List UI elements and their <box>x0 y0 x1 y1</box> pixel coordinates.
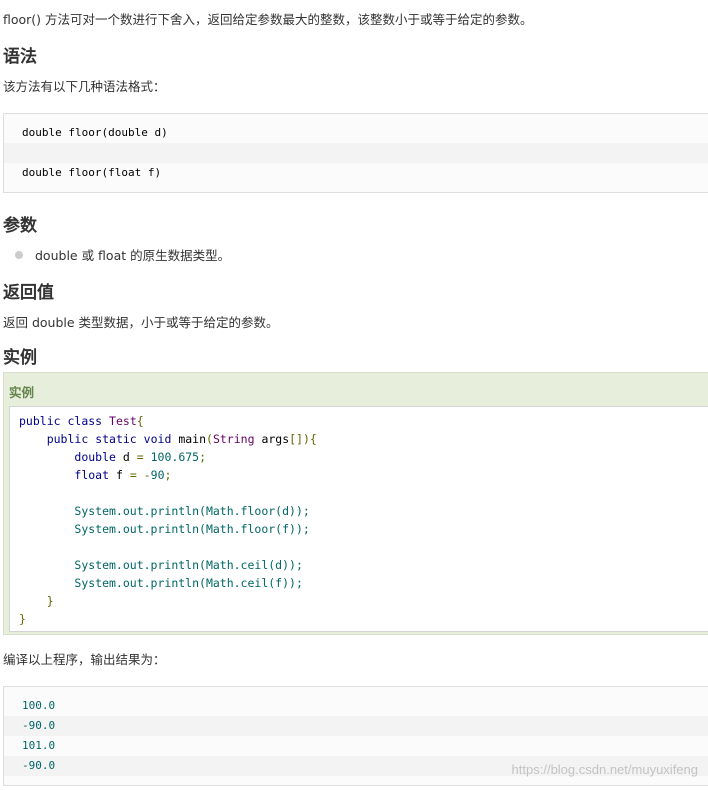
syntax-code-block: double floor(double d) double floor(floa… <box>3 113 708 193</box>
code-line-8: System.out.println(Math.ceil(f)); <box>74 576 303 590</box>
code-line-3: double d = 100.675; <box>74 450 207 464</box>
params-heading: 参数 <box>3 216 37 236</box>
syntax-line-2 <box>4 143 708 163</box>
code-line-1: public class Test{ <box>19 414 144 428</box>
output-line-2: -90.0 <box>4 716 708 736</box>
example-heading: 实例 <box>3 348 37 368</box>
code-line-6: System.out.println(Math.floor(f)); <box>74 522 310 536</box>
code-line-4: float f = -90; <box>74 468 172 482</box>
syntax-line-1: double floor(double d) <box>22 126 168 139</box>
code-line-7: System.out.println(Math.ceil(d)); <box>74 558 303 572</box>
code-line-2: public static void main(String args[]){ <box>46 432 317 446</box>
code-line-5: System.out.println(Math.floor(d)); <box>74 504 310 518</box>
syntax-description: 该方法有以下几种语法格式： <box>3 79 166 94</box>
param-item: double 或 float 的原生数据类型。 <box>35 248 231 263</box>
output-line-1: 100.0 <box>22 699 56 712</box>
returns-heading: 返回值 <box>3 283 54 303</box>
example-code-block: public class Test{ public static void ma… <box>9 406 708 632</box>
output-description: 编译以上程序，输出结果为： <box>3 652 166 667</box>
example-box: 实例 public class Test{ public static void… <box>3 372 708 635</box>
example-box-title: 实例 <box>9 385 35 400</box>
intro-text: floor() 方法可对一个数进行下舍入，返回给定参数最大的整数，该整数小于或等… <box>3 12 533 27</box>
syntax-heading: 语法 <box>3 47 37 67</box>
returns-description: 返回 double 类型数据，小于或等于给定的参数。 <box>3 315 279 330</box>
watermark: https://blog.csdn.net/muyuxifeng <box>511 762 698 777</box>
code-line-10: } <box>19 612 26 626</box>
syntax-line-3: double floor(float f) <box>22 166 162 179</box>
output-line-3: 101.0 <box>22 739 56 752</box>
code-line-9: } <box>46 594 54 608</box>
bullet-dot-icon <box>15 251 23 259</box>
